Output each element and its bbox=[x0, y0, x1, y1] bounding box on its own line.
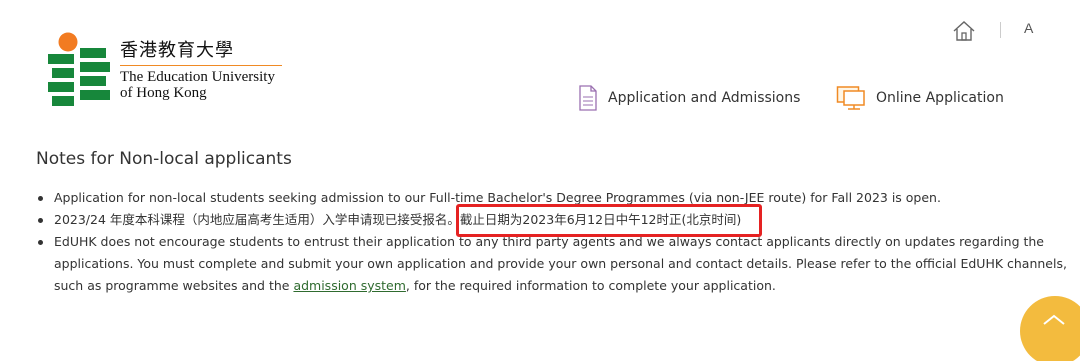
monitor-icon bbox=[836, 86, 865, 110]
home-button[interactable] bbox=[952, 20, 976, 42]
note-text: 2023/24 年度本科课程（内地应届高考生适用）入学申请现已接受报名 bbox=[54, 212, 448, 227]
utility-divider bbox=[1000, 22, 1001, 38]
note-text: Application for non-local students seeki… bbox=[54, 190, 941, 205]
language-toggle[interactable]: A bbox=[1024, 20, 1033, 36]
nav-online-application[interactable]: Online Application bbox=[836, 84, 1004, 112]
document-icon bbox=[579, 85, 597, 111]
logo-chinese-name: 香港教育大學 bbox=[120, 40, 234, 61]
logo-english-line1: The Education University bbox=[120, 69, 275, 85]
back-to-top-button[interactable] bbox=[1020, 296, 1080, 361]
chevron-up-icon bbox=[1043, 314, 1065, 325]
notes-list: Application for non-local students seeki… bbox=[36, 187, 1072, 297]
home-icon bbox=[953, 21, 975, 41]
nav-online-application-label: Online Application bbox=[876, 90, 1004, 106]
list-item: 2023/24 年度本科课程（内地应届高考生适用）入学申请现已接受报名。截止日期… bbox=[36, 209, 1072, 231]
nav-application-admissions-label: Application and Admissions bbox=[608, 90, 801, 106]
logo-english-line2: of Hong Kong bbox=[120, 85, 207, 101]
logo-divider bbox=[120, 65, 282, 66]
deadline-text: 。截止日期为2023年6月12日中午12时正(北京时间) bbox=[447, 212, 742, 227]
list-item: EdUHK does not encourage students to ent… bbox=[36, 231, 1072, 297]
admission-system-link[interactable]: admission system bbox=[293, 278, 405, 293]
nav-application-admissions[interactable]: Application and Admissions bbox=[578, 84, 800, 112]
page-title: Notes for Non-local applicants bbox=[36, 149, 292, 169]
eduhk-logo-mark bbox=[48, 32, 110, 106]
list-item: Application for non-local students seeki… bbox=[36, 187, 1072, 209]
university-logo[interactable]: 香港教育大學 The Education University of Hong … bbox=[48, 32, 298, 112]
logo-wordmark: 香港教育大學 The Education University of Hong … bbox=[120, 40, 282, 101]
note-text: , for the required information to comple… bbox=[405, 278, 776, 293]
